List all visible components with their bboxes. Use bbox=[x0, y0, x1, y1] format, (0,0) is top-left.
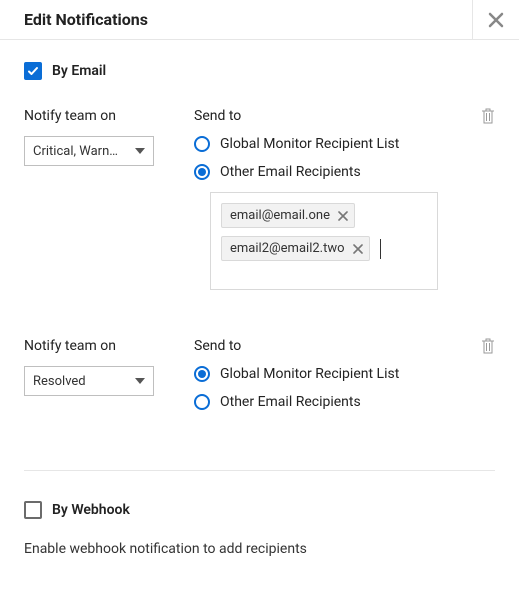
notify-left-col-2: Notify team on Resolved bbox=[24, 338, 174, 422]
send-to-col-2: Send to Global Monitor Recipient List Ot… bbox=[194, 338, 495, 422]
radio-other-recipients-1[interactable]: Other Email Recipients bbox=[194, 164, 495, 180]
send-to-col-1: Send to Global Monitor Recipient List Ot… bbox=[194, 108, 495, 290]
notify-section-2: Notify team on Resolved Send to Global M… bbox=[24, 338, 495, 422]
by-email-checkbox[interactable] bbox=[24, 62, 42, 80]
check-icon bbox=[27, 65, 39, 77]
notify-select-value-2: Resolved bbox=[33, 374, 86, 389]
chip-remove-button[interactable] bbox=[338, 211, 348, 221]
radio-label-global-2: Global Monitor Recipient List bbox=[220, 366, 399, 382]
close-icon bbox=[487, 11, 505, 29]
notify-label-1: Notify team on bbox=[24, 108, 174, 124]
header-divider bbox=[472, 0, 473, 39]
dialog-header: Edit Notifications bbox=[0, 0, 519, 40]
delete-section-button-1[interactable] bbox=[481, 108, 495, 128]
webhook-hint: Enable webhook notification to add recip… bbox=[24, 541, 495, 557]
radio-label-other-2: Other Email Recipients bbox=[220, 394, 361, 410]
radio-global-list-2[interactable]: Global Monitor Recipient List bbox=[194, 366, 495, 382]
by-email-label: By Email bbox=[52, 63, 106, 79]
radio-icon bbox=[194, 366, 210, 382]
notify-select-2[interactable]: Resolved bbox=[24, 366, 154, 396]
close-icon bbox=[353, 244, 363, 254]
delete-section-button-2[interactable] bbox=[481, 338, 495, 358]
chip-remove-button[interactable] bbox=[353, 244, 363, 254]
send-to-label-2: Send to bbox=[194, 338, 495, 354]
email-chip: email2@email2.two bbox=[221, 236, 370, 261]
chevron-down-icon bbox=[135, 378, 145, 384]
notify-label-2: Notify team on bbox=[24, 338, 174, 354]
radio-other-recipients-2[interactable]: Other Email Recipients bbox=[194, 394, 495, 410]
section-divider bbox=[24, 470, 495, 471]
by-email-row: By Email bbox=[24, 62, 495, 80]
notify-left-col-1: Notify team on Critical, Warn… bbox=[24, 108, 174, 290]
notify-select-1[interactable]: Critical, Warn… bbox=[24, 136, 154, 166]
dialog-title: Edit Notifications bbox=[24, 10, 148, 29]
by-webhook-label: By Webhook bbox=[52, 502, 130, 518]
close-icon bbox=[338, 211, 348, 221]
dialog-body: By Email Notify team on Critical, Warn… … bbox=[0, 40, 519, 577]
radio-global-list-1[interactable]: Global Monitor Recipient List bbox=[194, 136, 495, 152]
chevron-down-icon bbox=[135, 148, 145, 154]
radio-icon bbox=[194, 394, 210, 410]
email-recipients-input[interactable]: email@email.one email2@email2.two bbox=[210, 192, 438, 290]
close-button[interactable] bbox=[487, 11, 505, 29]
by-webhook-checkbox[interactable] bbox=[24, 501, 42, 519]
radio-icon bbox=[194, 136, 210, 152]
radio-label-other-1: Other Email Recipients bbox=[220, 164, 361, 180]
trash-icon bbox=[481, 108, 495, 124]
trash-icon bbox=[481, 338, 495, 354]
by-webhook-row: By Webhook bbox=[24, 501, 495, 519]
radio-icon bbox=[194, 164, 210, 180]
radio-label-global-1: Global Monitor Recipient List bbox=[220, 136, 399, 152]
email-chip-text: email2@email2.two bbox=[230, 241, 345, 256]
email-chip-text: email@email.one bbox=[230, 208, 330, 223]
send-to-label-1: Send to bbox=[194, 108, 495, 124]
notify-section-1: Notify team on Critical, Warn… Send to G… bbox=[24, 108, 495, 290]
text-cursor bbox=[380, 239, 381, 259]
email-chip: email@email.one bbox=[221, 203, 355, 228]
notify-select-value-1: Critical, Warn… bbox=[33, 144, 118, 159]
